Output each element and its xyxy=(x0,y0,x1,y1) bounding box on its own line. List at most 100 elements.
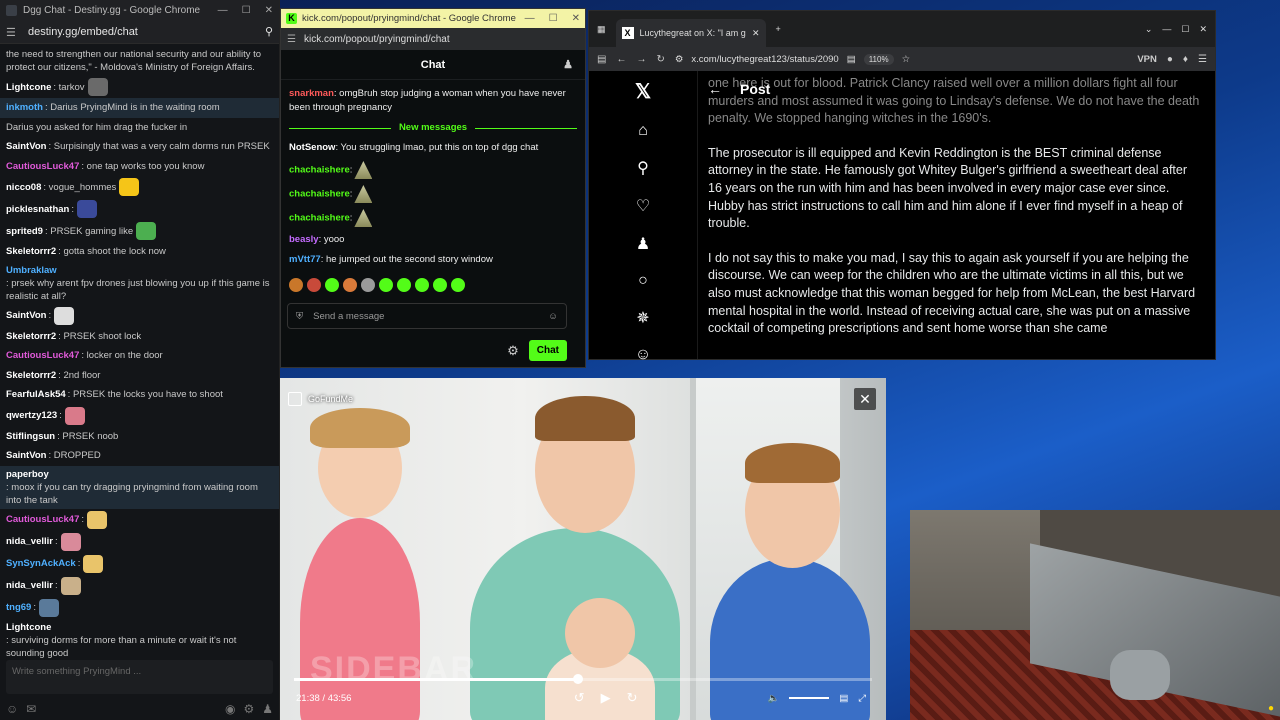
dgg-message-author[interactable]: FearfulAsk54 xyxy=(6,388,66,401)
emote-icon[interactable] xyxy=(307,278,321,292)
dgg-message-author[interactable]: CautiousLuck47 xyxy=(6,349,79,362)
close-button[interactable]: ✕ xyxy=(572,13,580,24)
close-tab-icon[interactable]: ✕ xyxy=(752,28,760,39)
dgg-message-author[interactable]: Skeletorrr2 xyxy=(6,245,56,258)
reload-icon[interactable]: ↻ xyxy=(656,54,664,65)
menu-icon[interactable]: ☰ xyxy=(1198,54,1207,65)
extension-icon[interactable]: ● xyxy=(1167,54,1173,65)
kick-message-author[interactable]: NotSenow xyxy=(289,142,335,153)
dgg-message-author[interactable]: Lightcone xyxy=(6,81,51,94)
dgg-message-author[interactable]: SaintVon xyxy=(6,449,46,462)
sidebar-toggle-icon[interactable]: ▤ xyxy=(597,54,606,65)
site-info-icon[interactable]: ⚙ xyxy=(675,54,684,65)
emote-menu-icon[interactable]: ☺ xyxy=(6,702,18,716)
forward-icon[interactable]: ↻ xyxy=(627,690,638,706)
volume-slider[interactable] xyxy=(789,697,830,699)
kick-send-input[interactable]: ⛨ Send a message ☺ xyxy=(287,303,567,329)
dgg-message-author[interactable]: qwertzy123 xyxy=(6,409,57,422)
dgg-message-author[interactable]: inkmoth xyxy=(6,101,43,114)
emote-icon[interactable] xyxy=(379,278,393,292)
fullscreen-icon[interactable]: ⤢ xyxy=(858,693,866,704)
kick-message-author[interactable]: beasly xyxy=(289,234,319,245)
settings-icon[interactable]: ⚙ xyxy=(243,702,254,716)
x-home-logo-icon[interactable]: 𝕏 xyxy=(635,79,651,104)
emote-icon[interactable] xyxy=(343,278,357,292)
forward-icon[interactable]: → xyxy=(636,54,646,65)
emote-icon[interactable] xyxy=(361,278,375,292)
dgg-message-author[interactable]: SaintVon xyxy=(6,140,46,153)
tab-x-post[interactable]: X Lucythegreat on X: "I am going ✕ xyxy=(615,19,766,47)
close-button[interactable]: ✕ xyxy=(265,5,273,16)
dgg-message-author[interactable]: Lightcone xyxy=(6,621,51,634)
kick-message-author[interactable]: chachaishere xyxy=(289,165,350,176)
search-icon[interactable]: ⚲ xyxy=(265,25,273,38)
dgg-message-author[interactable]: nicco08 xyxy=(6,181,41,194)
chevron-down-icon[interactable]: ⌄ xyxy=(1145,24,1153,35)
tab-search-icon[interactable]: ▦ xyxy=(597,24,606,35)
grok-icon[interactable]: ○ xyxy=(638,272,648,290)
dgg-message-author[interactable]: Skeletorrr2 xyxy=(6,330,56,343)
explore-icon[interactable]: ⚲ xyxy=(637,158,649,178)
rewind-icon[interactable]: ↺ xyxy=(574,690,585,706)
home-icon[interactable]: ⌂ xyxy=(638,122,648,140)
site-info-icon[interactable]: ☰ xyxy=(287,34,296,45)
dgg-message-author[interactable]: nida_vellir xyxy=(6,579,53,592)
dgg-message-author[interactable]: paperboy xyxy=(6,468,49,481)
minimize-button[interactable]: — xyxy=(1162,24,1171,34)
dgg-message-author[interactable]: picklesnathan xyxy=(6,203,69,216)
new-tab-icon[interactable]: + xyxy=(776,24,781,34)
maximize-button[interactable]: ☐ xyxy=(1181,24,1189,35)
users-icon[interactable]: ♟ xyxy=(563,58,573,71)
profile-icon[interactable]: ☺ xyxy=(635,346,651,364)
emote-icon[interactable] xyxy=(325,278,339,292)
visibility-icon[interactable]: ◉ xyxy=(225,702,235,716)
kick-message-author[interactable]: mVtt77 xyxy=(289,254,321,265)
video-progress-bar[interactable] xyxy=(294,674,872,684)
dgg-message-author[interactable]: CautiousLuck47 xyxy=(6,513,79,526)
emote-icon[interactable] xyxy=(415,278,429,292)
follow-icon[interactable]: ♟ xyxy=(636,234,650,254)
zoom-level[interactable]: 110% xyxy=(863,53,894,65)
minimize-button[interactable]: — xyxy=(218,5,228,16)
chat-send-button[interactable]: Chat xyxy=(528,340,567,361)
site-info-icon[interactable]: ☰ xyxy=(6,26,20,39)
dgg-chat-input[interactable]: Write something PryingMind ... xyxy=(6,660,273,694)
gear-icon[interactable]: ⚙ xyxy=(507,343,519,359)
dgg-message-author[interactable]: Skeletorrr2 xyxy=(6,369,56,382)
notifications-icon[interactable]: ♡ xyxy=(636,196,650,216)
vpn-badge[interactable]: VPN xyxy=(1137,54,1157,65)
x-address-bar[interactable]: ⚙ x.com/lucythegreat123/status/2090 ▤ 11… xyxy=(675,53,1127,65)
dgg-message-author[interactable]: sprited9 xyxy=(6,225,43,238)
volume-icon[interactable]: 🔈 xyxy=(768,693,780,704)
dgg-message-author[interactable]: SaintVon xyxy=(6,309,46,322)
dgg-message-author[interactable]: SynSynAckAck xyxy=(6,557,76,570)
emoji-icon[interactable]: ☺ xyxy=(548,311,558,322)
dgg-address-bar[interactable]: ☰ destiny.gg/embed/chat ⚲ xyxy=(0,20,279,44)
emote-icon[interactable] xyxy=(289,278,303,292)
play-icon[interactable]: ▶ xyxy=(601,690,611,706)
emote-icon[interactable] xyxy=(397,278,411,292)
kick-message-author[interactable]: chachaishere xyxy=(289,213,350,224)
emote-icon[interactable] xyxy=(433,278,447,292)
close-button[interactable]: ✕ xyxy=(1199,24,1207,35)
back-icon[interactable]: ← xyxy=(616,54,626,65)
puzzle-icon[interactable]: ♦ xyxy=(1183,54,1188,65)
video-player[interactable]: GoFundMe ✕ SIDEBAR 21:38 / 43:56 ↺ ▶ ↻ 🔈… xyxy=(280,378,886,720)
kick-message-author[interactable]: chachaishere xyxy=(289,189,350,200)
dgg-message-author[interactable]: nida_vellir xyxy=(6,535,53,548)
kick-message-author[interactable]: snarkman xyxy=(289,88,334,99)
kick-address-bar[interactable]: ☰ kick.com/popout/pryingmind/chat xyxy=(281,28,585,50)
dgg-message-author[interactable]: Stiflingsun xyxy=(6,430,55,443)
video-close-button[interactable]: ✕ xyxy=(854,388,876,410)
dgg-message-author[interactable]: Umbraklaw xyxy=(6,264,57,277)
dgg-message-author[interactable]: tng69 xyxy=(6,601,31,614)
captions-icon[interactable]: ▤ xyxy=(839,693,848,704)
minimize-button[interactable]: — xyxy=(525,13,535,24)
back-arrow-icon[interactable]: ← xyxy=(708,81,722,99)
dgg-message-author[interactable]: CautiousLuck47 xyxy=(6,160,79,173)
bookmark-icon[interactable]: ☆ xyxy=(902,54,911,65)
maximize-button[interactable]: ☐ xyxy=(549,13,558,24)
reader-icon[interactable]: ▤ xyxy=(847,54,856,65)
whispers-icon[interactable]: ✉ xyxy=(26,702,36,716)
users-icon[interactable]: ♟ xyxy=(262,702,273,716)
